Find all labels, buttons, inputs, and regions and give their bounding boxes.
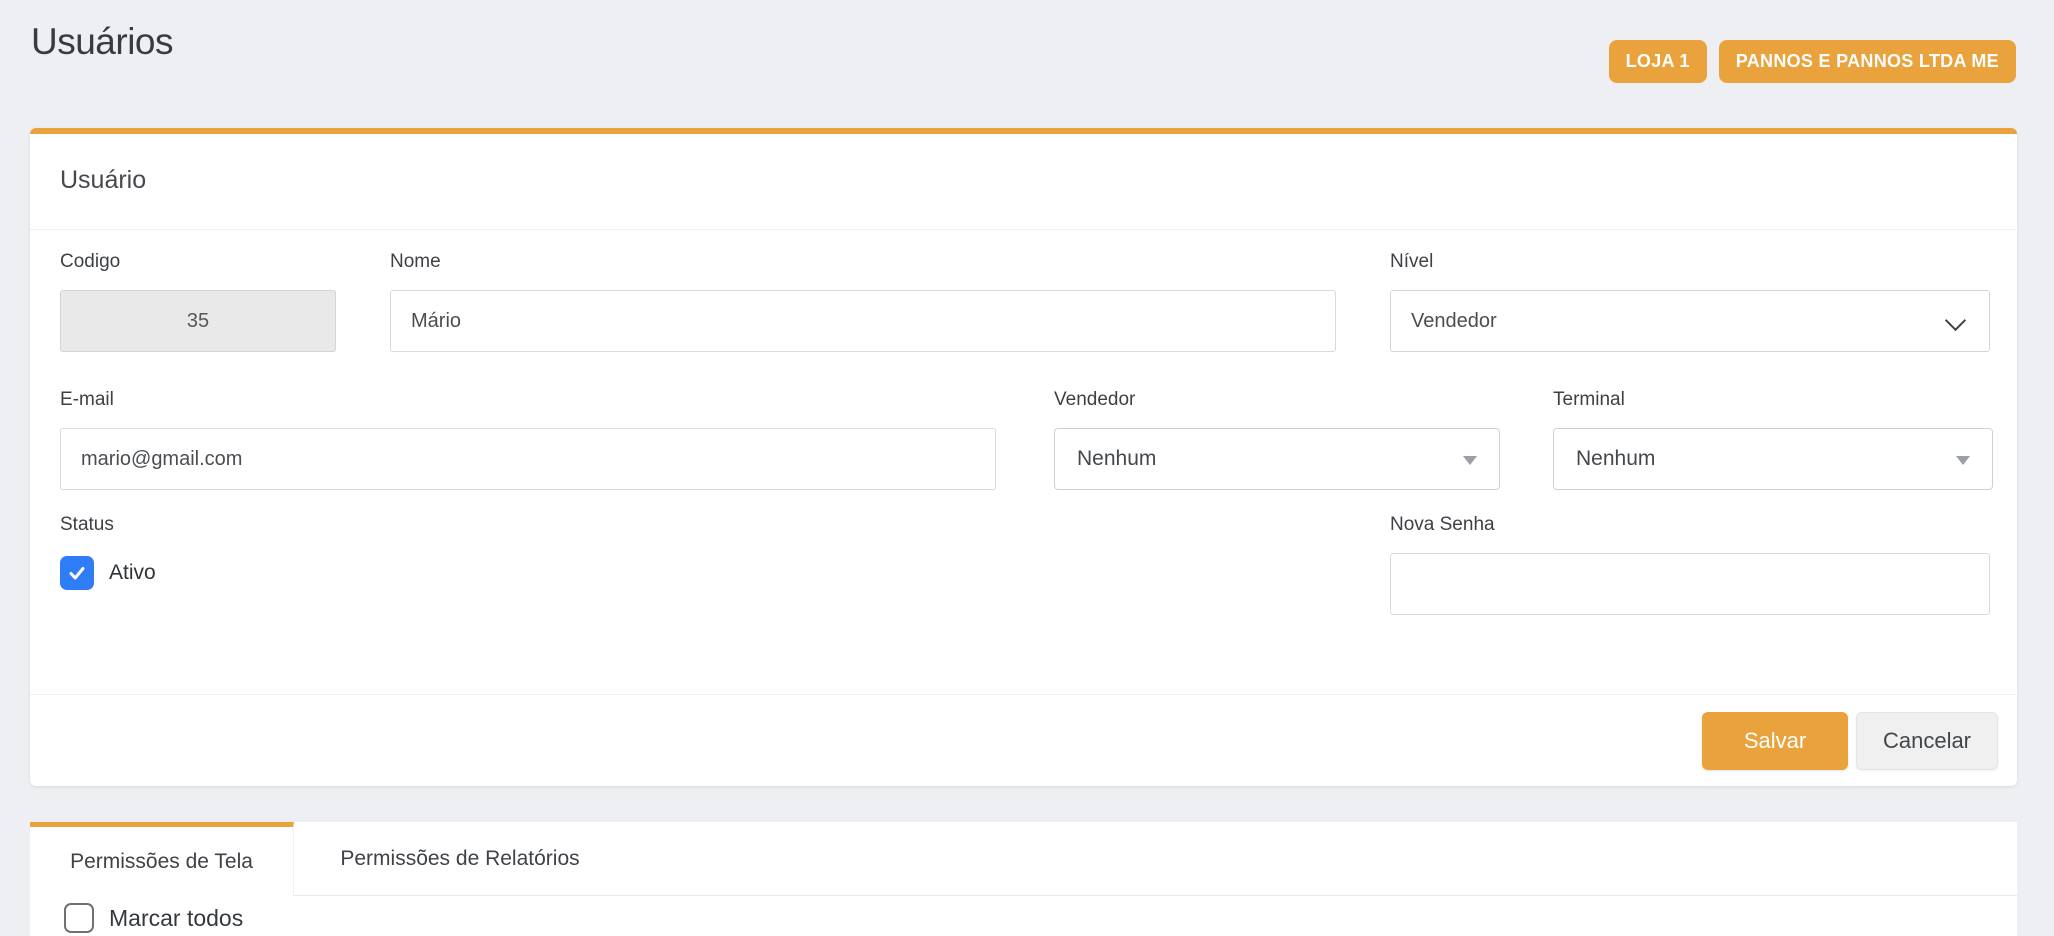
cancel-button[interactable]: Cancelar: [1856, 712, 1998, 770]
nivel-field-group: Nível Vendedor: [1390, 251, 1990, 352]
nome-input[interactable]: [390, 290, 1336, 352]
codigo-field-group: Codigo: [60, 251, 336, 352]
vendedor-label: Vendedor: [1054, 389, 1500, 411]
select-all-checkbox[interactable]: [64, 903, 94, 933]
nova-senha-field-group: Nova Senha: [1390, 514, 1990, 615]
vendedor-dropdown[interactable]: Nenhum: [1054, 428, 1500, 490]
nome-label: Nome: [390, 251, 1336, 273]
user-form-card: Usuário Codigo Nome Nível Vendedor E-mai…: [30, 128, 2017, 786]
select-all-label: Marcar todos: [109, 905, 243, 932]
card-header: Usuário: [30, 134, 2017, 230]
check-icon: [67, 563, 87, 583]
ativo-checkbox-row[interactable]: Ativo: [60, 556, 156, 590]
tab-report-permissions[interactable]: Permissões de Relatórios: [295, 822, 625, 895]
ativo-checkbox[interactable]: [60, 556, 94, 590]
nivel-selected-value: Vendedor: [1411, 310, 1497, 332]
select-all-checkbox-row[interactable]: Marcar todos: [64, 903, 243, 933]
email-input[interactable]: [60, 428, 996, 490]
page-title: Usuários: [31, 21, 173, 63]
tab-screen-permissions[interactable]: Permissões de Tela: [30, 822, 294, 896]
save-button[interactable]: Salvar: [1702, 712, 1848, 770]
terminal-dropdown[interactable]: Nenhum: [1553, 428, 1993, 490]
status-field-group: Status Ativo: [60, 514, 156, 590]
company-badge[interactable]: PANNOS E PANNOS LTDA ME: [1719, 40, 2016, 83]
terminal-selected-value: Nenhum: [1576, 447, 1655, 470]
caret-down-icon: [1956, 456, 1970, 465]
terminal-field-group: Terminal Nenhum: [1553, 389, 1993, 490]
nivel-label: Nível: [1390, 251, 1990, 273]
nivel-select[interactable]: Vendedor: [1390, 290, 1990, 352]
nome-field-group: Nome: [390, 251, 1336, 352]
vendedor-selected-value: Nenhum: [1077, 447, 1156, 470]
chevron-down-icon: [1945, 310, 1966, 331]
status-label: Status: [60, 514, 156, 536]
codigo-input: [60, 290, 336, 352]
email-field-group: E-mail: [60, 389, 996, 490]
caret-down-icon: [1463, 456, 1477, 465]
store-badge[interactable]: LOJA 1: [1609, 40, 1707, 83]
ativo-checkbox-label: Ativo: [109, 561, 156, 585]
email-label: E-mail: [60, 389, 996, 411]
header-badges: LOJA 1 PANNOS E PANNOS LTDA ME: [1609, 40, 2016, 83]
nova-senha-input[interactable]: [1390, 553, 1990, 615]
terminal-label: Terminal: [1553, 389, 1993, 411]
codigo-label: Codigo: [60, 251, 336, 273]
permissions-tabbar: Permissões de Relatórios: [30, 822, 2017, 896]
vendedor-field-group: Vendedor Nenhum: [1054, 389, 1500, 490]
screen-permissions-panel: Marcar todos: [30, 896, 2017, 936]
card-footer-divider: [30, 694, 2017, 695]
card-title: Usuário: [60, 134, 146, 226]
nova-senha-label: Nova Senha: [1390, 514, 1990, 536]
